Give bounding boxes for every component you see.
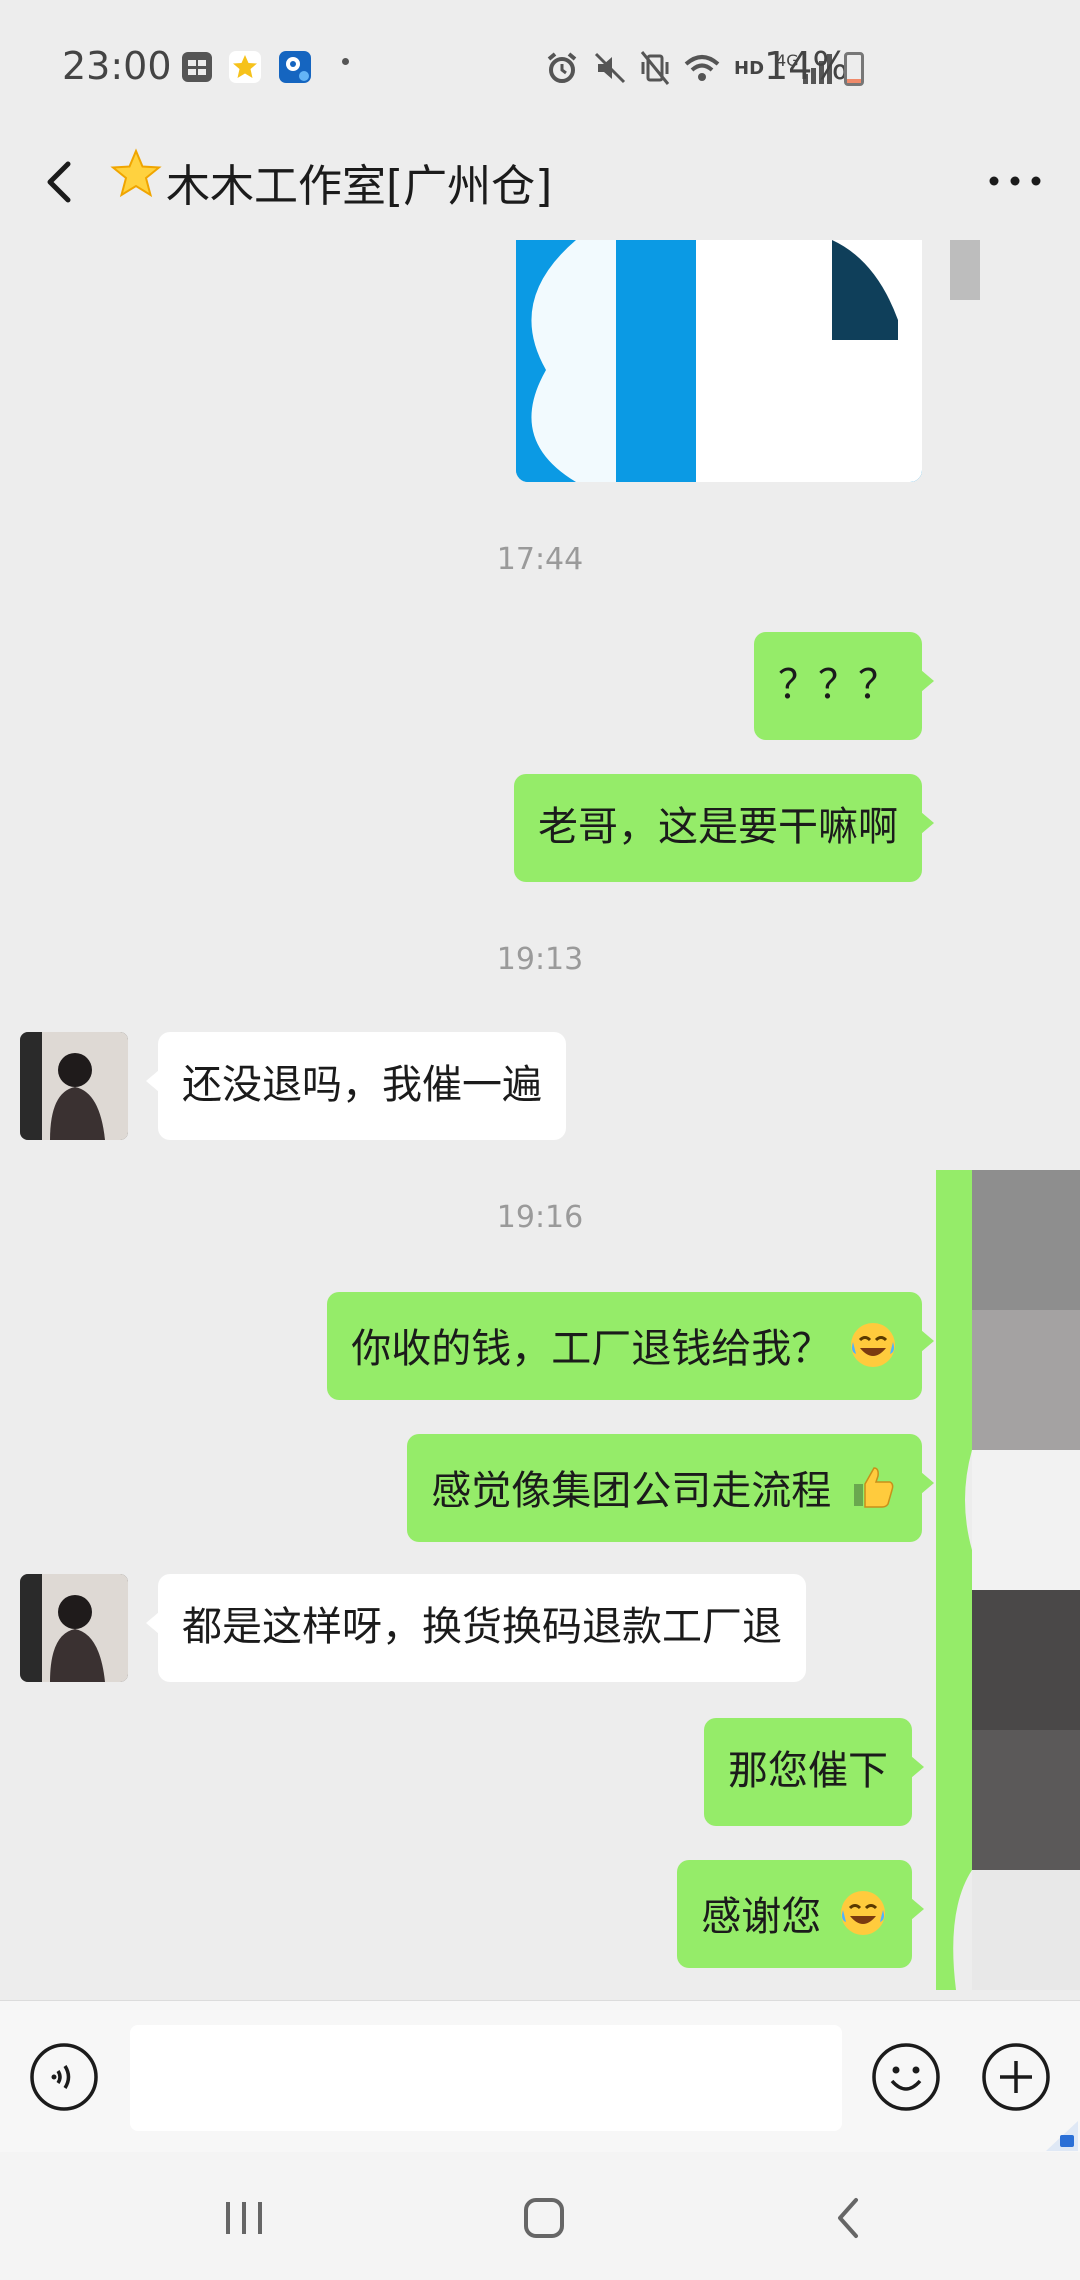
more-dots-icon: [989, 176, 1041, 186]
mute-icon: [594, 52, 626, 84]
voice-button[interactable]: [28, 2041, 100, 2113]
plus-button[interactable]: [980, 2041, 1052, 2113]
message-bubble-outgoing[interactable]: 那您催下: [704, 1718, 924, 1826]
home-icon: [524, 2198, 564, 2238]
laughing-crying-emoji: [841, 1891, 885, 1935]
back-button[interactable]: [30, 152, 90, 212]
message-text: 都是这样呀，换货换码退款工厂退: [182, 1604, 782, 1650]
back-icon: [838, 2198, 858, 2238]
status-bar: 23:00 HD 4G 14%: [0, 0, 1080, 130]
wifi-icon: [684, 55, 720, 81]
message-text: 还没退吗，我催一遍: [182, 1062, 542, 1108]
message-bubble-incoming[interactable]: 都是这样呀，换货换码退款工厂退: [146, 1574, 806, 1682]
chevron-left-icon: [47, 161, 71, 203]
alarm-icon: [547, 52, 577, 83]
laughing-crying-emoji: [851, 1323, 895, 1367]
system-back-button[interactable]: [818, 2188, 878, 2248]
chat-title: 木木工作室[广州仓]: [166, 161, 553, 212]
corner-badge-icon: [1046, 2121, 1078, 2151]
redaction-overlay: [936, 1170, 1080, 1990]
recent-apps-icon: [226, 2202, 262, 2234]
status-time: 23:00: [62, 44, 172, 88]
message-text: 你收的钱，工厂退钱给我？: [351, 1326, 832, 1372]
message-bubble-outgoing[interactable]: 感觉像集团公司走流程: [407, 1434, 934, 1542]
message-bubble-outgoing[interactable]: 你收的钱，工厂退钱给我？: [327, 1292, 934, 1400]
thumbs-up-emoji: [854, 1467, 894, 1508]
smiley-icon: [872, 2043, 940, 2111]
timestamp: 19:13: [496, 942, 584, 977]
message-text: 感觉像集团公司走流程: [431, 1468, 832, 1514]
image-fragment: [950, 240, 980, 300]
avatar[interactable]: [20, 1574, 128, 1682]
battery-icon: [844, 52, 864, 86]
image-message[interactable]: [516, 240, 922, 482]
message-bubble-incoming[interactable]: 还没退吗，我催一遍: [146, 1032, 566, 1140]
message-text: ？？？: [778, 662, 898, 708]
status-dot: [342, 58, 349, 65]
message-input[interactable]: [130, 2025, 842, 2131]
message-text: 感谢您: [701, 1894, 822, 1940]
system-nav-bar: [0, 2152, 1080, 2280]
plus-icon: [982, 2043, 1050, 2111]
message-bubble-outgoing[interactable]: ？？？: [754, 632, 934, 740]
voice-icon: [30, 2043, 98, 2111]
chat-area[interactable]: 17:44 ？？？ 老哥，这是要干嘛啊 19:13 还没退吗，我催一遍 19:1…: [0, 240, 1080, 2000]
network-label: HD: [734, 57, 765, 79]
star-app-icon: [228, 50, 262, 84]
vibrate-icon: [640, 51, 670, 85]
message-text: 那您催下: [728, 1748, 888, 1794]
map-app-icon: [278, 50, 312, 84]
calendar-icon: [180, 50, 214, 84]
emoji-button[interactable]: [870, 2041, 942, 2113]
input-bar: [0, 2000, 1080, 2153]
message-text: 老哥，这是要干嘛啊: [538, 804, 898, 850]
message-bubble-outgoing[interactable]: 老哥，这是要干嘛啊: [514, 774, 934, 882]
more-button[interactable]: [980, 156, 1050, 206]
recent-apps-button[interactable]: [214, 2188, 274, 2248]
timestamp: 17:44: [496, 542, 584, 577]
avatar[interactable]: [20, 1032, 128, 1140]
battery-fill: [847, 79, 861, 83]
chat-header: 木木工作室[广州仓]: [0, 130, 1080, 240]
battery-percent: 14%: [764, 44, 849, 88]
star-icon: [110, 148, 162, 200]
image-message-content: [516, 240, 922, 482]
home-button[interactable]: [514, 2188, 574, 2248]
message-bubble-outgoing[interactable]: 感谢您: [677, 1860, 924, 1968]
timestamp: 19:16: [496, 1200, 584, 1235]
